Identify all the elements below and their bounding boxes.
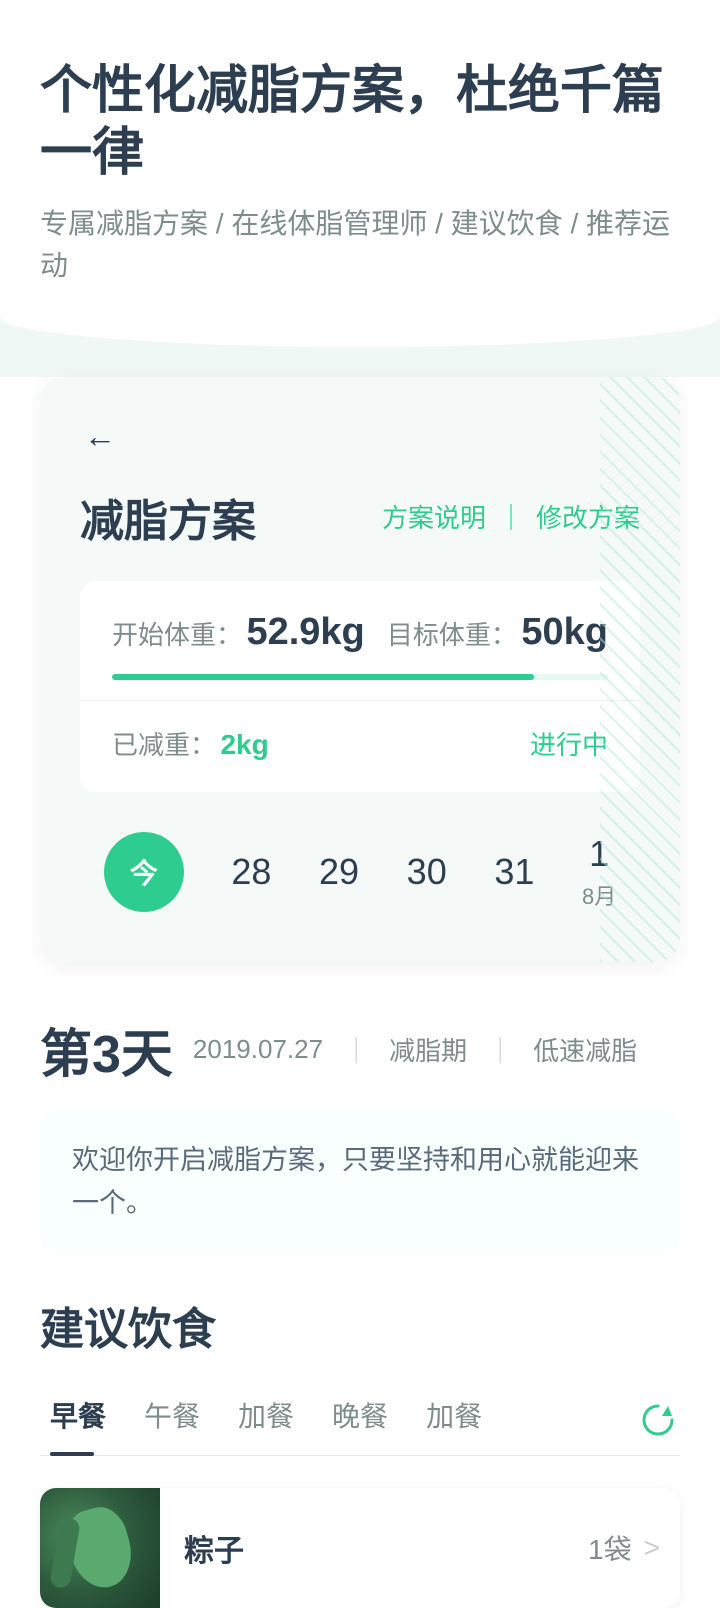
divider <box>80 700 640 701</box>
food-amount: 1袋 <box>588 1528 632 1568</box>
back-arrow-icon: ← <box>84 418 116 455</box>
tab-dinner[interactable]: 晚餐 <box>322 1385 416 1455</box>
card-title: 减脂方案 <box>80 485 256 549</box>
day-30: 30 <box>407 851 447 893</box>
weight-row: 开始体重： 52.9kg 目标体重： 50kg <box>112 611 608 654</box>
day-date: 2019.07.27 <box>193 1034 323 1065</box>
day-31: 31 <box>494 851 534 893</box>
calendar-day-30[interactable]: 30 <box>407 851 447 893</box>
calendar-today[interactable]: 今 <box>104 832 184 912</box>
day-28: 28 <box>231 851 271 893</box>
pipe-1: ｜ <box>343 1031 369 1068</box>
calendar-day-29[interactable]: 29 <box>319 851 359 893</box>
weight-start-label: 开始体重： <box>112 620 242 650</box>
decorative-pattern <box>600 377 680 962</box>
tab-lunch[interactable]: 午餐 <box>134 1385 228 1455</box>
food-name: 粽子 <box>184 1535 244 1568</box>
food-image-visual <box>40 1488 160 1608</box>
weight-start: 开始体重： 52.9kg <box>112 611 365 654</box>
lost-row: 已减重： 2kg 进行中 <box>112 725 608 762</box>
day-section: 第3天 2019.07.27 ｜ 减脂期 ｜ 低速减脂 欢迎你开启减脂方案，只要… <box>40 1012 680 1253</box>
lost-label: 已减重： <box>112 730 216 760</box>
food-image <box>40 1488 160 1608</box>
main-card: ← 减脂方案 方案说明 ｜ 修改方案 开始体重： 52.9kg 目标体重： 50… <box>40 377 680 962</box>
tag-low-speed: 低速减脂 <box>533 1031 637 1068</box>
progress-bar <box>112 674 608 680</box>
refresh-icon <box>640 1402 676 1438</box>
food-right: 1袋 > <box>588 1528 680 1568</box>
status-badge: 进行中 <box>530 725 608 762</box>
day-header: 第3天 2019.07.27 ｜ 减脂期 ｜ 低速减脂 <box>40 1012 680 1087</box>
weight-target-value: 50kg <box>521 611 608 653</box>
diet-title: 建议饮食 <box>40 1293 680 1357</box>
meal-tabs: 早餐 午餐 加餐 晚餐 加餐 <box>40 1385 680 1456</box>
tab-snack-1[interactable]: 加餐 <box>228 1385 322 1455</box>
calendar-day-28[interactable]: 28 <box>231 851 271 893</box>
refresh-button[interactable] <box>636 1398 680 1442</box>
header-subtitle: 专属减脂方案 / 在线体脂管理师 / 建议饮食 / 推荐运动 <box>40 203 680 287</box>
day-number: 第3天 <box>40 1012 173 1087</box>
today-label: 今 <box>130 852 158 892</box>
tab-snack-2[interactable]: 加餐 <box>416 1385 510 1455</box>
lost-value: 2kg <box>220 729 268 760</box>
card-header: 减脂方案 方案说明 ｜ 修改方案 <box>80 485 640 549</box>
day-29: 29 <box>319 851 359 893</box>
progress-fill <box>112 674 534 680</box>
tag-fat-period: 减脂期 <box>389 1031 467 1068</box>
weight-target-label: 目标体重： <box>387 620 517 650</box>
weight-start-value: 52.9kg <box>246 611 364 653</box>
pipe-2: ｜ <box>487 1031 513 1068</box>
food-arrow-icon: > <box>644 1532 660 1564</box>
food-info: 粽子 <box>160 1526 588 1570</box>
header-section: 个性化减脂方案，杜绝千篇一律 专属减脂方案 / 在线体脂管理师 / 建议饮食 /… <box>0 0 720 317</box>
food-item[interactable]: 粽子 1袋 > <box>40 1488 680 1608</box>
action-divider: ｜ <box>498 498 524 535</box>
tab-breakfast[interactable]: 早餐 <box>40 1385 134 1455</box>
today-circle: 今 <box>104 832 184 912</box>
back-button[interactable]: ← <box>80 417 120 457</box>
diet-section: 建议饮食 早餐 午餐 加餐 晚餐 加餐 粽子 1袋 > <box>40 1293 680 1608</box>
lost-info: 已减重： 2kg <box>112 725 269 762</box>
calendar-day-31[interactable]: 31 <box>494 851 534 893</box>
wave-separator <box>0 317 720 377</box>
weight-box: 开始体重： 52.9kg 目标体重： 50kg 已减重： 2kg 进行中 <box>80 581 640 792</box>
welcome-text: 欢迎你开启减脂方案，只要坚持和用心就能迎来一个。 <box>40 1111 680 1253</box>
calendar-row: 今 28 29 30 31 1 8月 <box>80 812 640 922</box>
action-explain-button[interactable]: 方案说明 <box>382 498 486 535</box>
weight-target: 目标体重： 50kg <box>387 611 608 654</box>
header-title: 个性化减脂方案，杜绝千篇一律 <box>40 60 680 185</box>
